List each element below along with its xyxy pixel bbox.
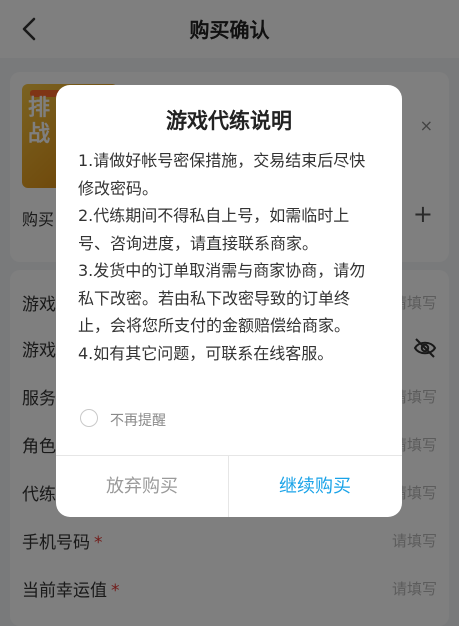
rule-item: 4.如有其它问题，可联系在线客服。: [78, 343, 334, 363]
rule-item: 3.发货中的订单取消需与商家协商，请勿私下改密。若由私下改密导致的订单终止，会将…: [78, 261, 366, 335]
dialog-body: 1.请做好帐号密保措施，交易结束后尽快修改密码。 2.代练期间不得私自上号，如需…: [78, 147, 380, 367]
rule-item: 1.请做好帐号密保措施，交易结束后尽快修改密码。: [78, 151, 366, 198]
boosting-notice-dialog: 游戏代练说明 1.请做好帐号密保措施，交易结束后尽快修改密码。 2.代练期间不得…: [56, 85, 402, 517]
abandon-purchase-button[interactable]: 放弃购买: [56, 456, 228, 517]
continue-purchase-button[interactable]: 继续购买: [229, 456, 401, 517]
dialog-title: 游戏代练说明: [166, 109, 292, 133]
no-remind-label: 不再提醒: [110, 413, 166, 429]
rule-item: 2.代练期间不得私自上号，如需临时上号、咨询进度，请直接联系商家。: [78, 206, 350, 253]
no-remind-radio[interactable]: [80, 409, 98, 427]
